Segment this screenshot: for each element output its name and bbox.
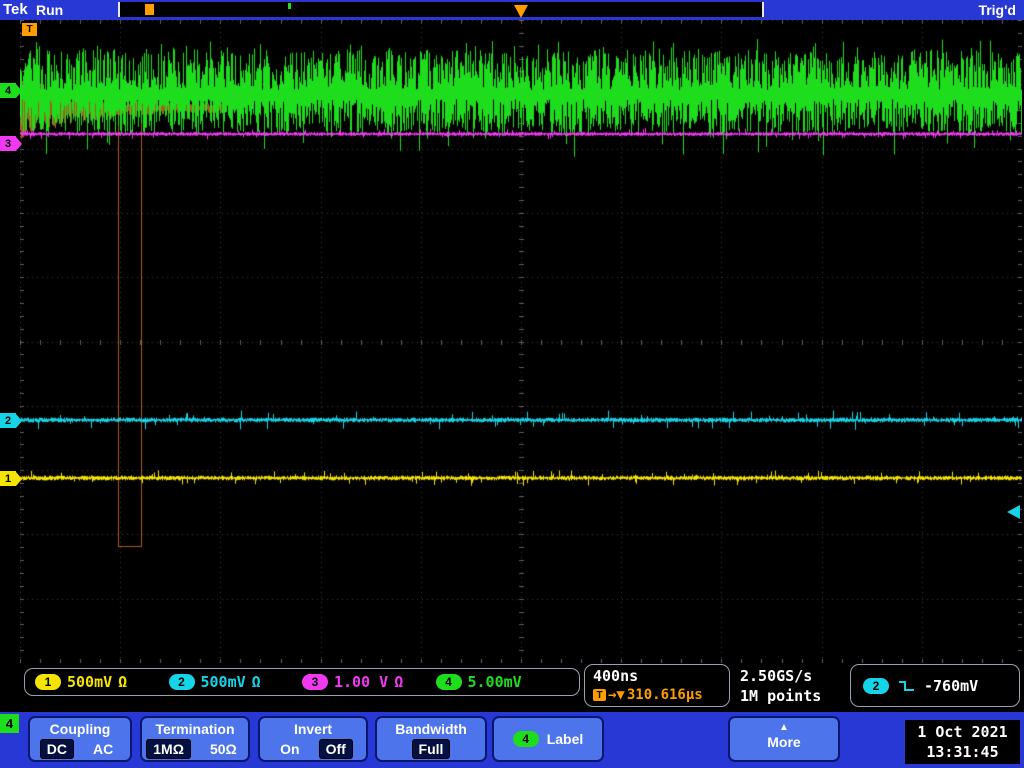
trigger-t-icon: T <box>593 689 606 701</box>
trigger-position-marker[interactable] <box>514 5 528 18</box>
marker-pointer <box>16 137 22 151</box>
trigger-delay-readout: T→▼310.616µs <box>593 687 721 703</box>
ch1-impedance: Ω <box>118 673 127 691</box>
timebase-scale: 400ns <box>593 667 721 685</box>
delay-arrows: →▼ <box>608 687 625 703</box>
label-button[interactable]: 4 Label <box>492 716 604 762</box>
invert-label: Invert <box>260 721 366 737</box>
active-channel-badge: 4 <box>0 714 19 733</box>
trigger-readout: 2 -760mV <box>850 664 1020 707</box>
coupling-dc-option[interactable]: DC <box>40 739 74 759</box>
termination-1m-option[interactable]: 1MΩ <box>146 739 191 759</box>
top-status-bar: Tek Run Trig'd <box>0 0 1024 20</box>
record-right-bracket <box>762 2 764 17</box>
acquisition-readout: 2.50GS/s 1M points <box>740 666 821 706</box>
readout-bar: 1 500mV Ω 2 500mV Ω 3 1.00 V Ω 4 5.00mV … <box>0 663 1024 712</box>
acquisition-status: Run <box>36 2 63 18</box>
bandwidth-label: Bandwidth <box>377 721 485 737</box>
termination-label: Termination <box>142 721 248 737</box>
delay-value: 310.616µs <box>627 687 703 703</box>
bandwidth-full-option[interactable]: Full <box>412 739 451 759</box>
ch1-scale: 500mV <box>67 673 112 691</box>
label-text: Label <box>547 731 584 747</box>
ch2-impedance: Ω <box>252 673 261 691</box>
trigger-level-marker[interactable] <box>1007 505 1020 519</box>
record-reference-tick <box>288 3 291 9</box>
channel-4-marker[interactable]: 4 <box>0 83 22 98</box>
graticule-canvas <box>20 20 1022 663</box>
timebase-readout: 400ns T→▼310.616µs <box>584 664 730 707</box>
coupling-button[interactable]: Coupling DC AC <box>28 716 132 762</box>
label-channel-badge: 4 <box>513 731 539 747</box>
date-text: 1 Oct 2021 <box>905 722 1020 742</box>
sample-rate: 2.50GS/s <box>740 666 821 686</box>
trigger-level-value: -760mV <box>924 677 978 695</box>
coupling-label: Coupling <box>30 721 130 737</box>
ch3-scale: 1.00 V <box>334 673 388 691</box>
marker-pointer <box>16 472 22 486</box>
channel-1-marker[interactable]: 1 <box>0 471 22 486</box>
ch4-scale: 5.00mV <box>468 673 522 691</box>
invert-on-option[interactable]: On <box>273 739 306 759</box>
ch3-badge: 3 <box>302 674 328 690</box>
ch1-readout[interactable]: 1 500mV Ω <box>35 673 169 691</box>
more-up-arrow-icon: ▲ <box>730 722 838 734</box>
more-button[interactable]: ▲ More <box>728 716 840 762</box>
ch2-badge: 2 <box>169 674 195 690</box>
termination-50-option[interactable]: 50Ω <box>203 739 244 759</box>
time-text: 13:31:45 <box>905 742 1020 762</box>
record-trigger-marker <box>145 4 154 15</box>
trigger-source-badge: 2 <box>863 678 889 694</box>
tek-logo: Tek <box>3 1 28 18</box>
bandwidth-button[interactable]: Bandwidth Full <box>375 716 487 762</box>
invert-off-option[interactable]: Off <box>319 739 353 759</box>
channel-readouts: 1 500mV Ω 2 500mV Ω 3 1.00 V Ω 4 5.00mV <box>24 668 580 696</box>
ch1-badge: 1 <box>35 674 61 690</box>
coupling-ac-option[interactable]: AC <box>86 739 120 759</box>
datetime-display: 1 Oct 2021 13:31:45 <box>905 720 1020 764</box>
marker-pointer <box>16 84 22 98</box>
ch2-readout[interactable]: 2 500mV Ω <box>169 673 303 691</box>
marker-pointer <box>16 414 22 428</box>
termination-button[interactable]: Termination 1MΩ 50Ω <box>140 716 250 762</box>
trigger-slope-icon <box>898 679 915 693</box>
channel-2-marker[interactable]: 2 <box>0 413 22 428</box>
invert-button[interactable]: Invert On Off <box>258 716 368 762</box>
channel-menu-bar: 4 Coupling DC AC Termination 1MΩ 50Ω Inv… <box>0 712 1024 768</box>
record-left-bracket <box>118 2 120 17</box>
ch3-impedance: Ω <box>394 673 403 691</box>
waveform-display <box>20 20 1022 663</box>
record-view-bar <box>118 2 764 17</box>
ch4-readout[interactable]: 4 5.00mV <box>436 673 570 691</box>
oscilloscope-screen: Tek Run Trig'd T 4 3 2 1 1 500mV <box>0 0 1024 768</box>
ch4-badge: 4 <box>436 674 462 690</box>
ch3-readout[interactable]: 3 1.00 V Ω <box>302 673 436 691</box>
record-length: 1M points <box>740 686 821 706</box>
channel-3-marker[interactable]: 3 <box>0 136 22 151</box>
ch2-scale: 500mV <box>201 673 246 691</box>
more-text: More <box>730 734 838 750</box>
trigger-delay-tag: T <box>22 23 37 36</box>
trigger-status: Trig'd <box>978 2 1016 18</box>
